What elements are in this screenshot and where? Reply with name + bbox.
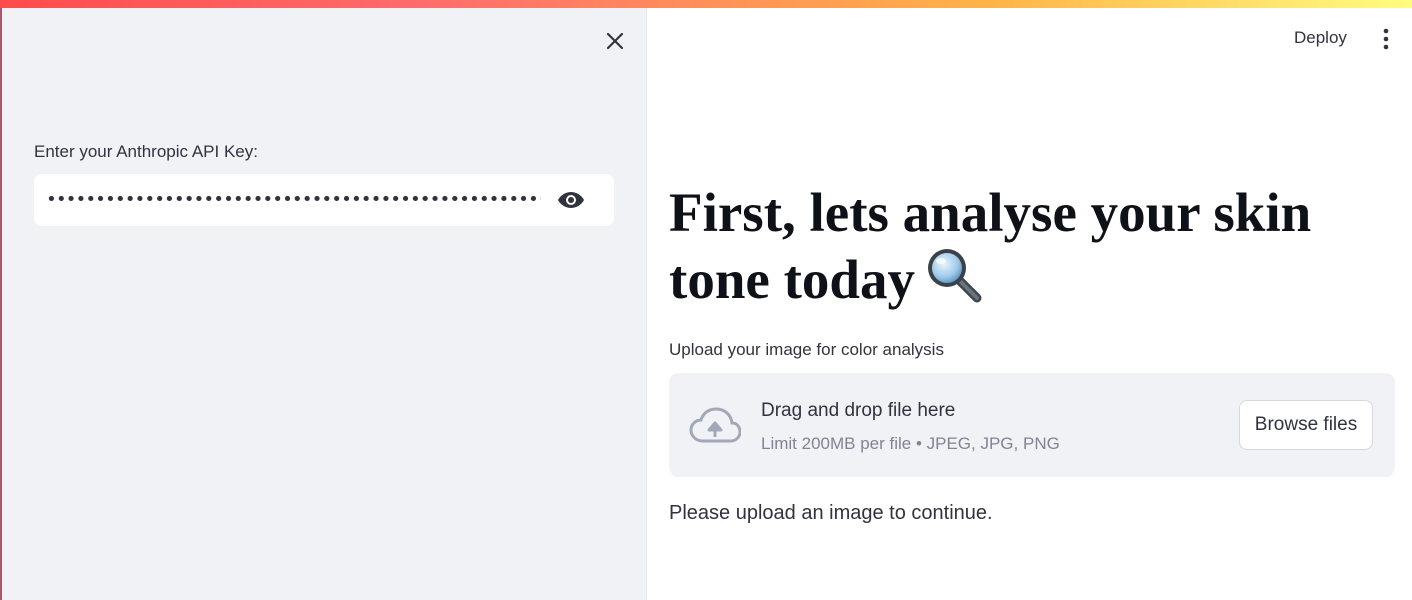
deploy-button[interactable]: Deploy (1280, 22, 1361, 54)
status-message: Please upload an image to continue. (669, 502, 993, 524)
eye-icon (558, 192, 584, 208)
dropzone-limits: Limit 200MB per file • JPEG, JPG, PNG (761, 434, 1060, 453)
toggle-visibility-button[interactable] (552, 186, 590, 214)
main-menu-button[interactable] (1372, 24, 1400, 54)
app-root: Enter your Anthropic API Key: Deploy Fir… (0, 0, 1412, 600)
top-decoration-bar (0, 0, 1412, 8)
dropzone-instructions: Drag and drop file here (761, 400, 956, 421)
api-key-label: Enter your Anthropic API Key: (34, 142, 258, 161)
close-icon (606, 32, 624, 50)
file-dropzone[interactable]: Drag and drop file here Limit 200MB per … (669, 373, 1395, 477)
api-key-input[interactable] (46, 174, 541, 226)
close-sidebar-button[interactable] (600, 26, 630, 56)
sidebar: Enter your Anthropic API Key: (0, 0, 647, 600)
left-window-edge (0, 0, 2, 600)
page-title: First, lets analyse your skin tone today (669, 180, 1389, 319)
magnifying-glass-icon (923, 246, 985, 319)
api-key-field (34, 174, 614, 226)
more-vertical-icon (1383, 28, 1389, 50)
browse-files-button[interactable]: Browse files (1239, 400, 1373, 450)
cloud-upload-icon (689, 407, 741, 443)
upload-label: Upload your image for color analysis (669, 340, 944, 359)
page-title-text: First, lets analyse your skin tone today (669, 182, 1312, 310)
